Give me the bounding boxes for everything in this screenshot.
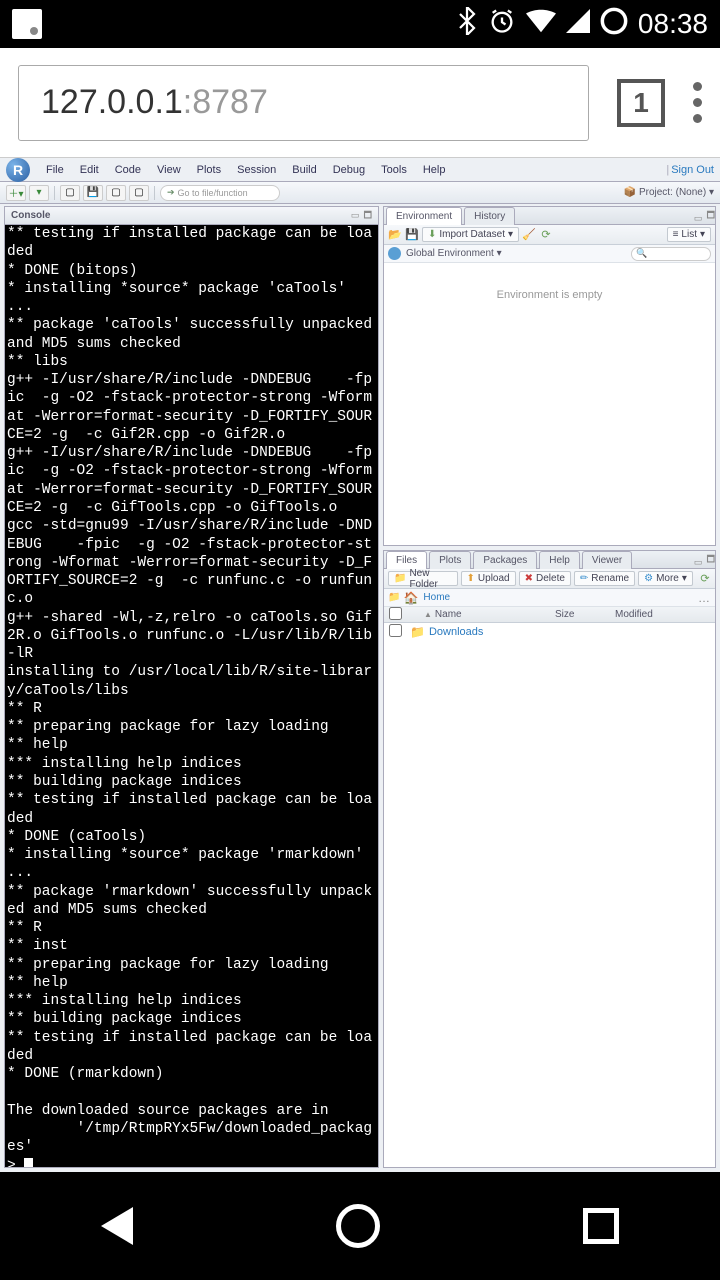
files-header-row: ▲Name Size Modified <box>384 607 715 623</box>
status-time: 08:38 <box>638 8 708 40</box>
rstudio-menu-bar: R File Edit Code View Plots Session Buil… <box>0 158 720 182</box>
menu-file[interactable]: File <box>38 164 72 176</box>
nav-recent-button[interactable] <box>583 1208 619 1244</box>
col-size-header[interactable]: Size <box>555 609 615 620</box>
files-breadcrumb: 📁 🏠 Home … <box>384 589 715 607</box>
project-menu-button[interactable]: 📦 Project: (None) ▾ <box>624 187 714 198</box>
battery-icon <box>600 7 628 42</box>
minimize-icon[interactable]: ▭ <box>694 557 703 568</box>
file-name[interactable]: Downloads <box>429 626 483 638</box>
row-checkbox[interactable] <box>389 624 402 637</box>
sign-out-link[interactable]: Sign Out <box>671 164 714 176</box>
picture-notification-icon <box>12 9 42 39</box>
menu-plots[interactable]: Plots <box>189 164 229 176</box>
menu-session[interactable]: Session <box>229 164 284 176</box>
cell-signal-icon <box>566 9 590 40</box>
sort-arrow-icon: ▲ <box>424 610 432 619</box>
rstudio-logo-icon: R <box>6 158 30 182</box>
tab-history[interactable]: History <box>464 207 515 225</box>
env-scope-selector[interactable]: Global Environment ▾ <box>406 248 502 259</box>
console-output[interactable]: ** testing if installed package can be l… <box>5 225 378 1167</box>
crumb-home[interactable]: Home <box>423 592 450 603</box>
delete-button[interactable]: ✖Delete <box>519 571 571 586</box>
wifi-icon <box>526 9 556 40</box>
table-row[interactable]: 📁 Downloads <box>384 623 715 641</box>
browser-menu-button[interactable] <box>693 82 702 123</box>
col-modified-header[interactable]: Modified <box>615 609 715 620</box>
tab-files[interactable]: Files <box>386 551 427 569</box>
console-tab[interactable]: Console <box>11 210 50 221</box>
print-button[interactable]: ▢ <box>129 185 149 201</box>
menu-debug[interactable]: Debug <box>325 164 373 176</box>
url-host: 127.0.0.1 <box>41 83 183 122</box>
rstudio-main-toolbar: ＋▾ ▾ ▢ 💾 ▢ ▢ ➔Go to file/function 📦 Proj… <box>0 182 720 204</box>
environment-body: Environment is empty <box>384 263 715 545</box>
save-file-button[interactable]: 💾 <box>83 185 103 201</box>
environment-pane: Environment History ▭ 🗖 📂 💾 ⬇Import Data… <box>383 206 716 546</box>
open-file-button[interactable]: ▢ <box>60 185 80 201</box>
new-project-button[interactable]: ▾ <box>29 185 49 201</box>
maximize-icon[interactable]: 🗖 <box>706 208 715 224</box>
clear-workspace-button[interactable]: 🧹 <box>522 228 536 242</box>
minimize-icon[interactable]: ▭ <box>351 210 360 221</box>
menu-code[interactable]: Code <box>107 164 149 176</box>
more-path-button[interactable]: … <box>698 591 711 605</box>
console-pane: Console ▭ 🗖 ** testing if installed pack… <box>4 206 379 1168</box>
menu-view[interactable]: View <box>149 164 189 176</box>
maximize-icon[interactable]: 🗖 <box>706 552 715 568</box>
tab-plots[interactable]: Plots <box>429 551 471 569</box>
menu-build[interactable]: Build <box>284 164 324 176</box>
goto-file-function-input[interactable]: ➔Go to file/function <box>160 185 280 201</box>
menu-tools[interactable]: Tools <box>373 164 415 176</box>
tab-viewer[interactable]: Viewer <box>582 551 632 569</box>
android-nav-bar <box>0 1172 720 1280</box>
globe-icon <box>388 247 401 260</box>
tab-packages[interactable]: Packages <box>473 551 537 569</box>
select-all-checkbox[interactable] <box>389 607 402 620</box>
save-workspace-button[interactable]: 💾 <box>405 228 419 242</box>
folder-icon: 📁 <box>410 625 425 639</box>
browser-toolbar: 127.0.0.1:8787 1 <box>0 48 720 158</box>
home-icon[interactable]: 🏠 <box>403 591 418 605</box>
android-status-bar: 08:38 <box>0 0 720 48</box>
url-port: :8787 <box>183 83 268 122</box>
refresh-env-button[interactable]: ⟳ <box>539 228 553 242</box>
import-dataset-button[interactable]: ⬇Import Dataset▾ <box>422 227 519 242</box>
menu-edit[interactable]: Edit <box>72 164 107 176</box>
col-name-header[interactable]: Name <box>435 609 462 620</box>
tab-help[interactable]: Help <box>539 551 580 569</box>
minimize-icon[interactable]: ▭ <box>694 213 703 224</box>
more-button[interactable]: ⚙More▾ <box>638 571 693 586</box>
rename-button[interactable]: ✏Rename <box>574 571 635 586</box>
refresh-files-button[interactable]: ⟳ <box>699 572 711 586</box>
tab-environment[interactable]: Environment <box>386 207 462 225</box>
tab-switcher-button[interactable]: 1 <box>617 79 665 127</box>
console-tab-bar: Console ▭ 🗖 <box>5 207 378 225</box>
maximize-icon[interactable]: 🗖 <box>363 208 372 224</box>
menu-help[interactable]: Help <box>415 164 454 176</box>
alarm-icon <box>488 7 516 42</box>
go-to-folder-button[interactable]: 📁 <box>388 592 400 603</box>
load-workspace-button[interactable]: 📂 <box>388 228 402 242</box>
save-all-button[interactable]: ▢ <box>106 185 126 201</box>
rstudio-app: R File Edit Code View Plots Session Buil… <box>0 158 720 1172</box>
env-search-input[interactable]: 🔍 <box>631 247 711 261</box>
nav-back-button[interactable] <box>101 1207 133 1245</box>
env-view-list-button[interactable]: ≡ List▾ <box>667 227 711 242</box>
nav-home-button[interactable] <box>336 1204 380 1248</box>
bluetooth-icon <box>456 7 478 42</box>
url-bar[interactable]: 127.0.0.1:8787 <box>18 65 589 141</box>
new-file-button[interactable]: ＋▾ <box>6 185 26 201</box>
new-folder-button[interactable]: 📁New Folder <box>388 571 458 586</box>
files-pane: Files Plots Packages Help Viewer ▭ 🗖 📁Ne… <box>383 550 716 1168</box>
upload-button[interactable]: ⬆Upload <box>461 571 516 586</box>
